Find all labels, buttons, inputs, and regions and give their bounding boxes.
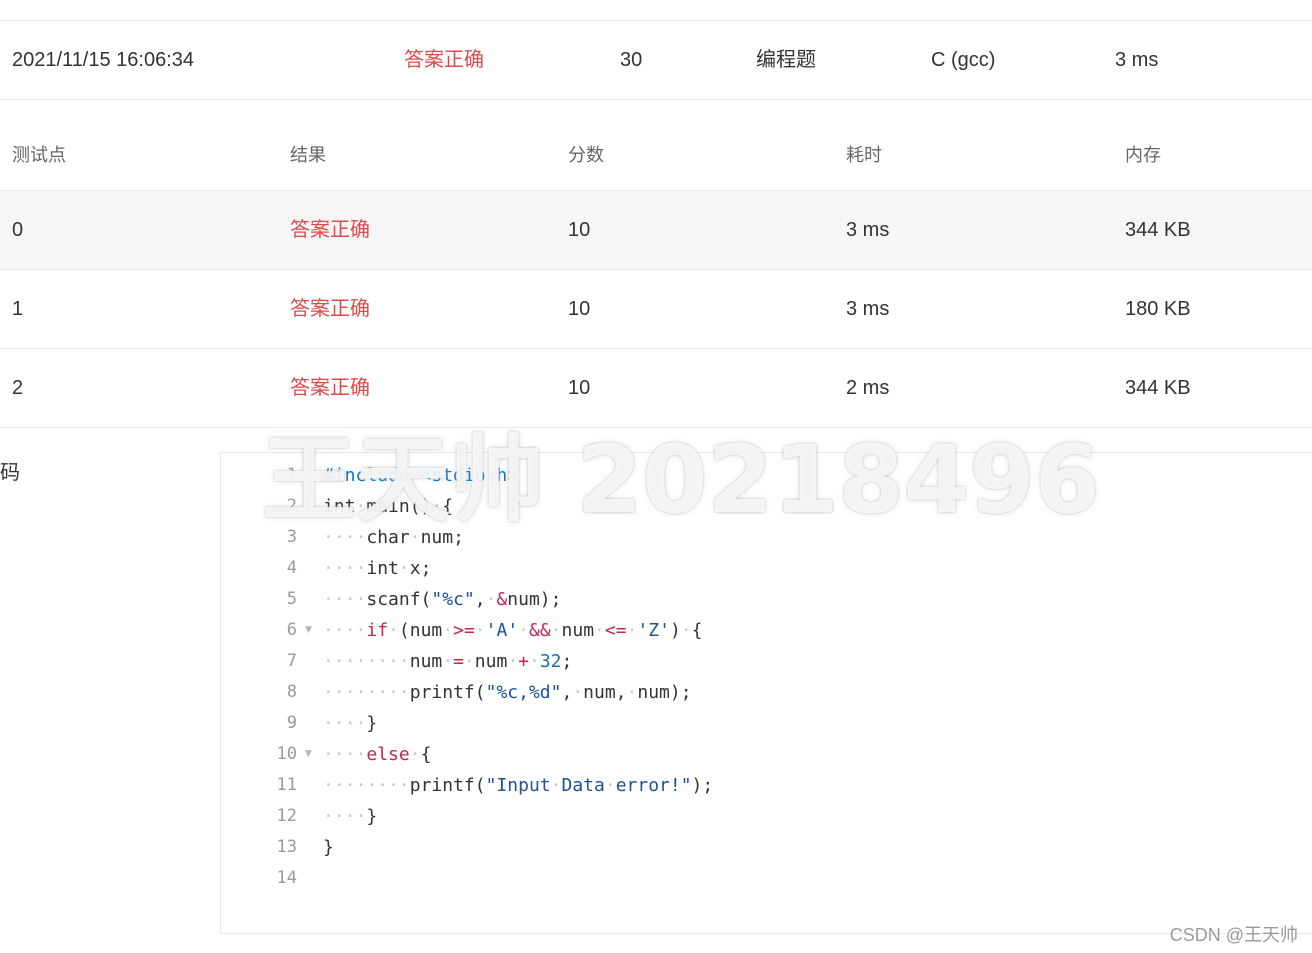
testpoint-memory: 344 KB: [1125, 377, 1191, 399]
code-line: 9 ····}: [221, 708, 1312, 739]
code-text: ····else·{: [323, 744, 432, 765]
line-number: 3: [286, 527, 297, 547]
testpoint-memory: 344 KB: [1125, 219, 1191, 241]
table-row-highlight: [0, 191, 1312, 269]
line-number: 6: [286, 620, 297, 640]
divider: [0, 348, 1312, 349]
code-line: 4 ····int·x;: [221, 553, 1312, 584]
code-text: ····if·(num·>=·'A'·&&·num·<=·'Z')·{: [323, 620, 703, 641]
testpoint-result: 答案正确: [290, 298, 370, 320]
code-line: 10 ▼ ····else·{: [221, 739, 1312, 770]
testpoint-result: 答案正确: [290, 377, 370, 399]
compiler: C (gcc): [931, 49, 996, 71]
code-text: ········printf("%c,%d",·num,·num);: [323, 682, 692, 703]
line-number: 2: [286, 496, 297, 516]
code-text: ····scanf("%c",·&num);: [323, 589, 562, 610]
fold-arrow-icon[interactable]: ▼: [305, 615, 312, 646]
testpoint-time: 3 ms: [846, 298, 890, 320]
col-header-time: 耗时: [846, 145, 882, 165]
submission-score: 30: [620, 49, 643, 71]
col-header-score: 分数: [568, 145, 604, 165]
code-text: ····char·num;: [323, 527, 464, 548]
testpoint-memory: 180 KB: [1125, 298, 1191, 320]
divider: [0, 20, 1312, 21]
testpoint-time: 2 ms: [846, 377, 890, 399]
code-line: 11 ········printf("Input·Data·error!");: [221, 770, 1312, 801]
col-header-memory: 内存: [1125, 145, 1161, 165]
line-number: 10: [276, 744, 297, 764]
line-number: 1: [286, 465, 297, 485]
submit-time: 2021/11/15 16:06:34: [12, 49, 195, 71]
code-text: ····int·x;: [323, 558, 432, 579]
csdn-watermark: CSDN @王天帅: [1169, 925, 1298, 945]
line-number: 12: [276, 806, 297, 826]
testpoint-id: 1: [12, 298, 24, 320]
code-line: 12 ····}: [221, 801, 1312, 832]
code-line: 2 ▼ int·main()·{: [221, 491, 1312, 522]
testpoint-id: 0: [12, 219, 24, 241]
col-header-testpoint: 测试点: [12, 145, 66, 165]
divider: [0, 269, 1312, 270]
code-text: int·main()·{: [323, 496, 454, 517]
testpoint-score: 10: [568, 377, 591, 399]
code-text: ········num·=·num·+·32;: [323, 651, 573, 672]
line-number: 14: [276, 868, 297, 888]
problem-type: 编程题: [756, 49, 816, 71]
col-header-result: 结果: [290, 145, 326, 165]
line-number: 13: [276, 837, 297, 857]
line-number: 4: [286, 558, 297, 578]
line-number: 5: [286, 589, 297, 609]
code-text: }: [323, 837, 334, 858]
code-line: 8 ········printf("%c,%d",·num,·num);: [221, 677, 1312, 708]
code-text: ····}: [323, 806, 378, 827]
line-number: 8: [286, 682, 297, 702]
divider: [0, 99, 1312, 100]
code-line: 5 ····scanf("%c",·&num);: [221, 584, 1312, 615]
line-number: 9: [286, 713, 297, 733]
code-section-label: 代码: [0, 462, 20, 484]
fold-arrow-icon[interactable]: ▼: [305, 739, 312, 770]
testpoint-score: 10: [568, 219, 591, 241]
code-text: ····}: [323, 713, 378, 734]
line-number: 7: [286, 651, 297, 671]
testpoint-result: 答案正确: [290, 219, 370, 241]
divider: [0, 427, 1312, 428]
testpoint-score: 10: [568, 298, 591, 320]
code-line: 1 #include·<stdio.h>: [221, 460, 1312, 491]
line-number: 11: [276, 775, 297, 795]
code-text: #include·<stdio.h>: [323, 465, 519, 486]
code-viewer[interactable]: 1 #include·<stdio.h> 2 ▼ int·main()·{ 3 ····ch…: [220, 452, 1312, 934]
code-line: 14: [221, 863, 1312, 894]
code-text: ········printf("Input·Data·error!");: [323, 775, 714, 796]
submission-status: 答案正确: [404, 49, 484, 71]
code-line: 6 ▼ ····if·(num·>=·'A'·&&·num·<=·'Z')·{: [221, 615, 1312, 646]
code-line: 3 ····char·num;: [221, 522, 1312, 553]
testpoint-id: 2: [12, 377, 24, 399]
code-line: 7 ········num·=·num·+·32;: [221, 646, 1312, 677]
code-line: 13}: [221, 832, 1312, 863]
testpoint-time: 3 ms: [846, 219, 890, 241]
fold-arrow-icon[interactable]: ▼: [305, 491, 312, 522]
submission-time-cost: 3 ms: [1115, 49, 1159, 71]
